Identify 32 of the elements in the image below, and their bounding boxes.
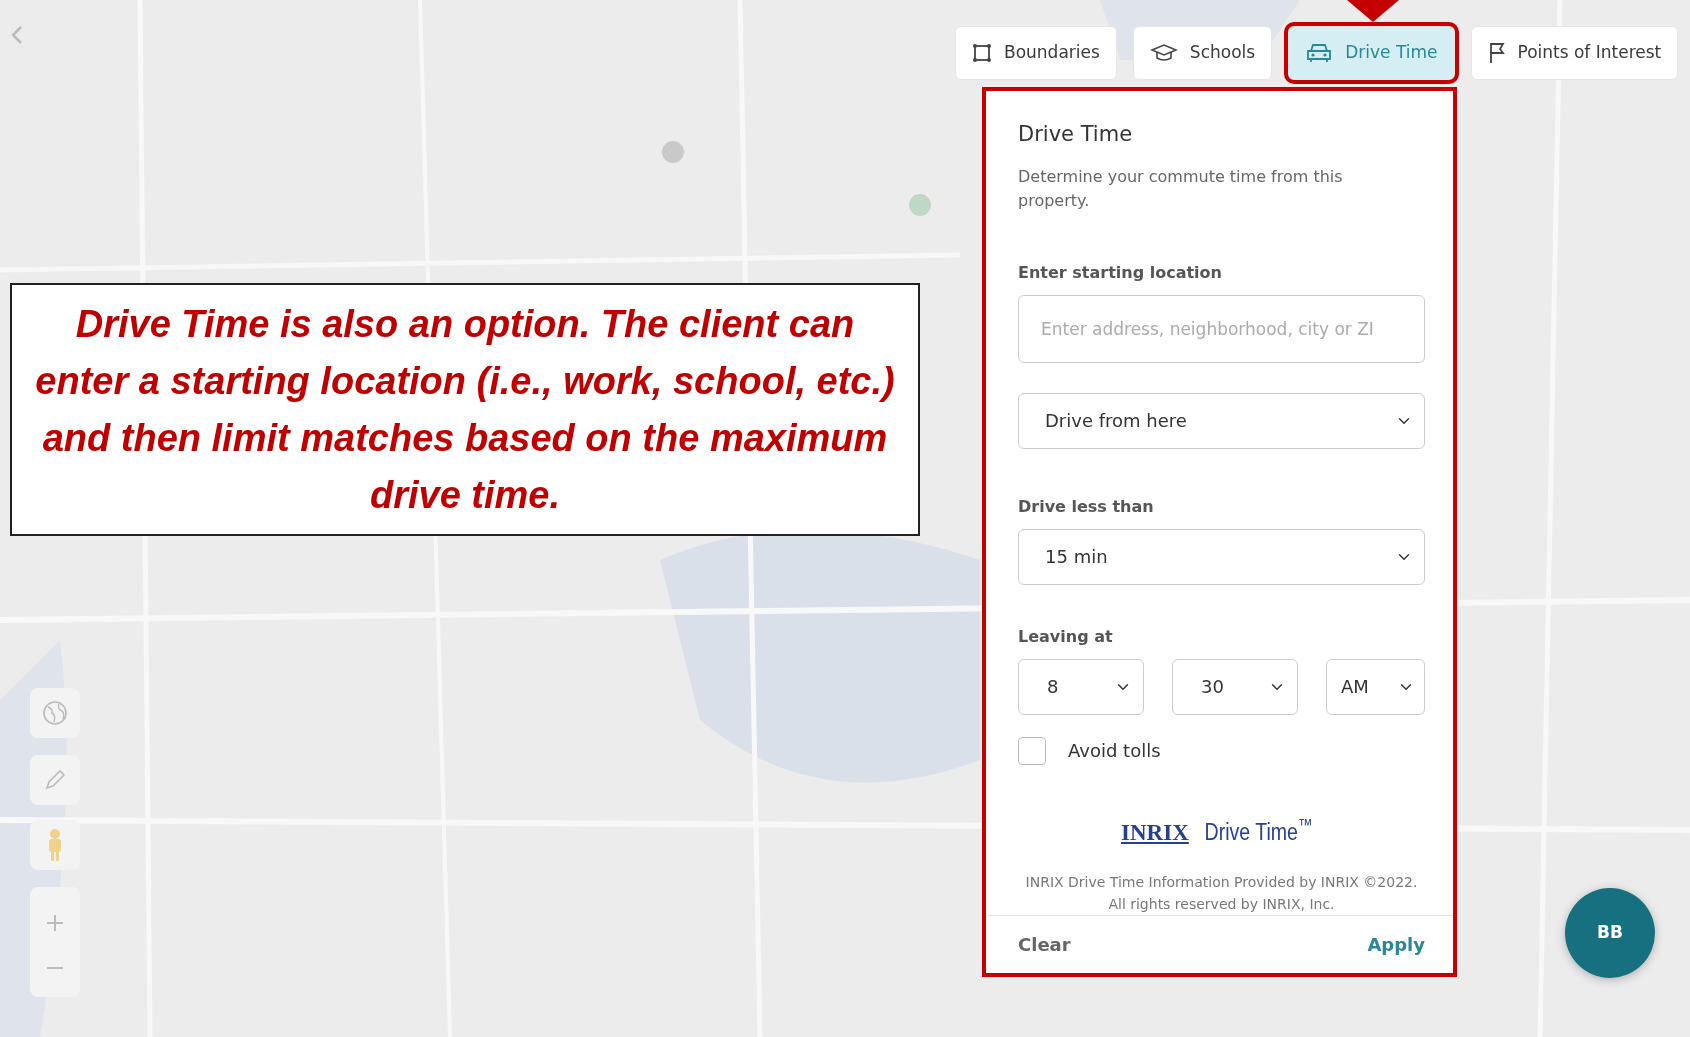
person-figure-icon[interactable] [30, 820, 80, 870]
minute-select[interactable]: 30 [1172, 658, 1298, 715]
field-label: Leaving at [1018, 625, 1114, 648]
field-label: Drive less than [1018, 495, 1155, 518]
square-frame-icon [972, 43, 992, 63]
panel-description: Determine your commute time from this property. [1018, 165, 1344, 212]
pointer-arrow [1347, 0, 1399, 22]
zoom-in-icon[interactable] [46, 914, 64, 932]
meridiem-select[interactable]: AM [1326, 658, 1425, 715]
inrix-logo: INRIX Drive Time$^{™}$ [1120, 814, 1314, 847]
filter-tab[interactable]: Schools [1132, 26, 1273, 80]
credit-text: INRIX Drive Time Information Provided by INRIX ©2022. [1024, 873, 1419, 892]
apply-button[interactable]: Apply [1367, 931, 1425, 959]
filter-tab[interactable]: Boundaries [955, 26, 1117, 80]
location-input[interactable]: Enter address, neighborhood, city or ZI [1018, 294, 1425, 363]
globe-icon[interactable] [30, 688, 80, 738]
annotation-text: Drive Time is also an option. The client can enter a starting location (i.e., work, school, etc.) and then limit matches based on the maximum drive time. [34, 301, 896, 518]
pencil-icon[interactable] [30, 755, 80, 805]
clear-button[interactable]: Clear [1018, 931, 1071, 959]
filter-tab[interactable]: Points of Interest [1470, 26, 1679, 80]
panel-title: Drive Time [1018, 121, 1134, 148]
car-icon [1305, 42, 1334, 64]
field-label: Enter starting location [1018, 261, 1223, 284]
hour-select[interactable]: 8 [1018, 658, 1144, 715]
checkbox-label: Avoid tolls [1068, 739, 1161, 763]
zoom-out-icon[interactable] [46, 966, 64, 970]
flag-icon [1487, 42, 1506, 64]
drive-time-select[interactable]: 15 min [1018, 528, 1425, 585]
graduation-cap-icon [1149, 43, 1178, 63]
direction-select[interactable]: Drive from here [1018, 392, 1425, 449]
avoid-tolls-checkbox[interactable] [1018, 736, 1046, 765]
credit-text: All rights reserved by INRIX, Inc. [1107, 894, 1336, 914]
